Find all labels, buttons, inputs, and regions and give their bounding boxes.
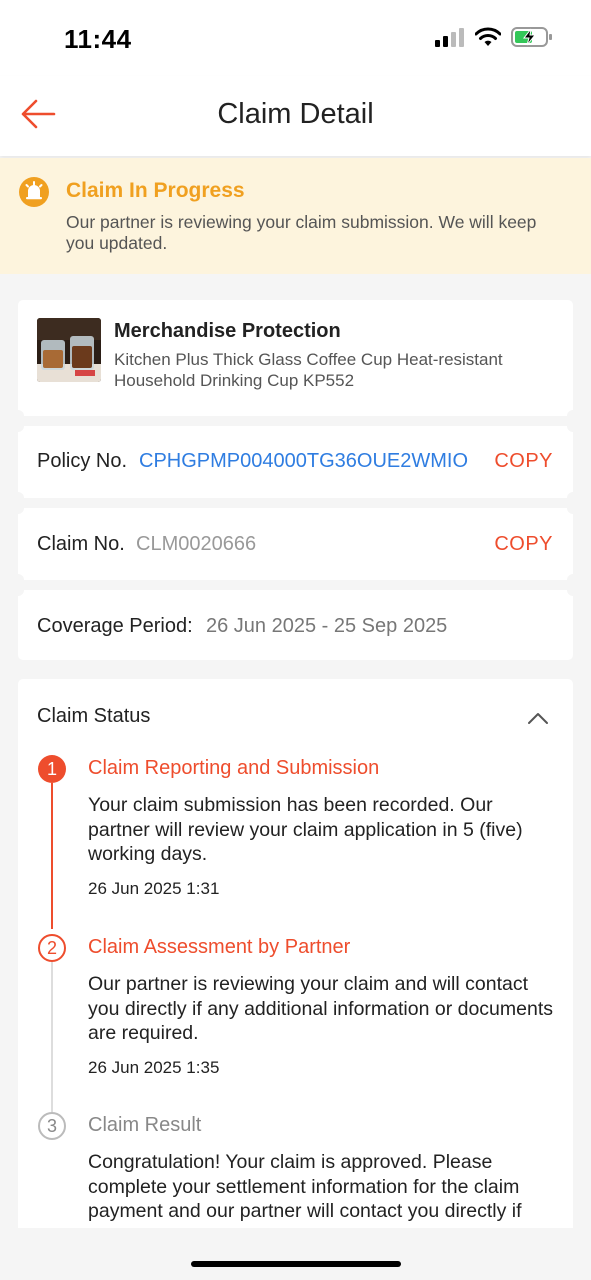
home-indicator-area bbox=[0, 1228, 591, 1280]
card-notch bbox=[567, 584, 579, 596]
policy-number-label: Policy No. bbox=[37, 450, 128, 472]
status-icons bbox=[435, 26, 553, 53]
status-bar: 11:44 bbox=[0, 0, 591, 76]
claim-number-value: CLM0020666 bbox=[136, 533, 257, 555]
card-notch bbox=[567, 502, 579, 514]
copy-claim-button[interactable]: COPY bbox=[494, 533, 553, 556]
copy-policy-button[interactable]: COPY bbox=[494, 450, 553, 473]
product-thumbnail bbox=[37, 318, 101, 382]
coverage-period-row: Coverage Period: 26 Jun 2025 - 25 Sep 20… bbox=[12, 584, 579, 660]
step-date: 26 Jun 2025 1:31 bbox=[88, 879, 220, 898]
banner-title: Claim In Progress bbox=[66, 179, 245, 202]
policy-number-row: Policy No. CPHGPMP004000TG36OUE2WMIO COP… bbox=[12, 420, 579, 504]
step-number-badge: 1 bbox=[38, 755, 66, 783]
step-description: Our partner is reviewing your claim and … bbox=[88, 973, 553, 1044]
step-number-badge: 3 bbox=[38, 1112, 66, 1140]
product-type: Merchandise Protection bbox=[114, 320, 341, 342]
card-notch bbox=[12, 584, 24, 596]
card-notch bbox=[12, 502, 24, 514]
product-card: Merchandise Protection Kitchen Plus Thic… bbox=[12, 300, 579, 422]
step-date: 26 Jun 2025 1:35 bbox=[88, 1058, 220, 1077]
policy-number-value: CPHGPMP004000TG36OUE2WMIO bbox=[139, 450, 468, 472]
step-number-badge: 2 bbox=[38, 934, 66, 962]
step-description: Your claim submission has been recorded.… bbox=[88, 794, 523, 865]
card-notch bbox=[567, 420, 579, 432]
wifi-icon bbox=[474, 27, 502, 52]
signal-icon bbox=[435, 27, 465, 52]
product-name: Kitchen Plus Thick Glass Coffee Cup Heat… bbox=[114, 350, 503, 390]
home-indicator bbox=[191, 1261, 401, 1267]
status-time: 11:44 bbox=[64, 24, 132, 54]
step-title: Claim Result bbox=[88, 1114, 202, 1136]
chevron-up-icon[interactable] bbox=[527, 711, 549, 730]
bell-icon bbox=[19, 177, 49, 212]
page-title: Claim Detail bbox=[217, 98, 374, 130]
card-notch bbox=[12, 420, 24, 432]
claim-status-card: Claim Status 1 Claim Reporting and Submi… bbox=[18, 679, 573, 1239]
coverage-period-label: Coverage Period: bbox=[37, 615, 193, 637]
step-description: Congratulation! Your claim is approved. … bbox=[88, 1151, 522, 1239]
step-title: Claim Assessment by Partner bbox=[88, 936, 351, 958]
navigation-bar: Claim Detail bbox=[0, 76, 591, 156]
timeline-connector bbox=[51, 783, 53, 929]
timeline-connector bbox=[51, 962, 53, 1112]
claim-status-title: Claim Status bbox=[37, 705, 151, 727]
coverage-period-value: 26 Jun 2025 - 25 Sep 2025 bbox=[206, 615, 448, 637]
battery-charging-icon bbox=[511, 26, 553, 53]
claim-number-row: Claim No. CLM0020666 COPY bbox=[12, 502, 579, 586]
step-title: Claim Reporting and Submission bbox=[88, 757, 380, 779]
claim-number-label: Claim No. bbox=[37, 533, 125, 555]
banner-message: Our partner is reviewing your claim subm… bbox=[66, 212, 537, 253]
